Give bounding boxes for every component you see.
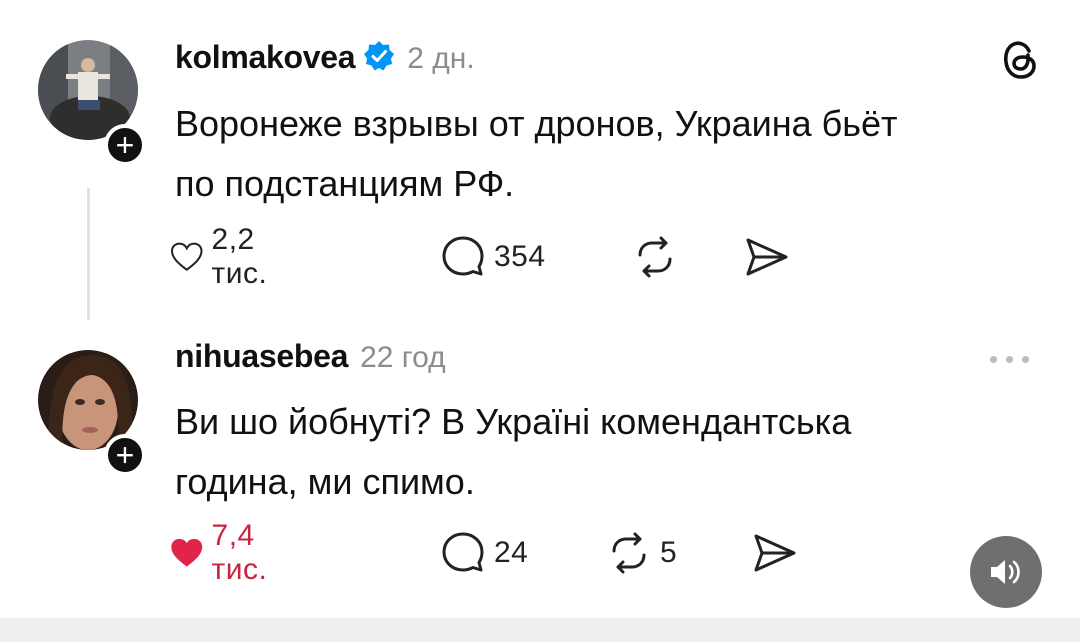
username[interactable]: nihuasebea: [175, 338, 348, 375]
sound-toggle-button[interactable]: [970, 536, 1042, 608]
repost-count: 5: [660, 536, 678, 569]
post-time: 22 год: [360, 341, 446, 374]
verified-badge-icon: [363, 40, 395, 77]
thread-connector-line: [87, 188, 90, 320]
post-text-line: Ви шо йобнуті? В Україні комендантська: [175, 401, 852, 442]
post-kolmakovea: + kolmakovea 2 дн. Воронеже взрывы от др…: [0, 0, 1080, 330]
comment-count: 354: [494, 240, 546, 273]
bottom-divider: [0, 618, 1080, 642]
share-button[interactable]: [742, 232, 790, 282]
threads-logo-icon[interactable]: [1000, 38, 1040, 87]
repost-icon: [612, 532, 646, 574]
post-header: nihuasebea 22 год: [175, 338, 446, 375]
comment-bubble-icon: [442, 236, 484, 276]
like-count: 2,2 тис.: [211, 223, 268, 290]
post-text: Воронеже взрывы от дронов, Украина бьёт …: [175, 94, 1035, 214]
share-button[interactable]: [750, 528, 798, 578]
send-icon: [754, 534, 796, 572]
heart-icon: [171, 242, 203, 271]
speaker-icon: [991, 560, 1020, 584]
follow-button[interactable]: +: [104, 434, 146, 476]
comment-button[interactable]: 354: [440, 232, 546, 282]
post-time: 2 дн.: [407, 42, 475, 75]
comment-count: 24: [494, 536, 529, 569]
like-button[interactable]: 2,2 тис.: [170, 223, 284, 290]
repost-button[interactable]: [632, 232, 686, 282]
post-header: kolmakovea 2 дн.: [175, 36, 475, 76]
repost-icon: [638, 236, 672, 278]
post-text-line: година, ми спимо.: [175, 461, 475, 502]
post-text-line: по подстанциям РФ.: [175, 163, 515, 204]
send-icon: [746, 238, 788, 276]
like-count: 7,4 тис.: [211, 519, 268, 586]
post-nihuasebea: + nihuasebea 22 год Ви шо йобнуті? В Укр…: [0, 330, 1080, 642]
comment-button[interactable]: 24: [440, 528, 528, 578]
like-button[interactable]: 7,4 тис.: [170, 519, 284, 586]
username[interactable]: kolmakovea: [175, 39, 356, 76]
post-text: Ви шо йобнуті? В Україні комендантська г…: [175, 392, 1035, 512]
repost-button[interactable]: 5: [606, 528, 677, 578]
heart-icon: [171, 538, 203, 567]
follow-button[interactable]: +: [104, 124, 146, 166]
comment-bubble-icon: [442, 532, 484, 572]
post-text-line: Воронеже взрывы от дронов, Украина бьёт: [175, 103, 898, 144]
more-dots-icon[interactable]: [990, 356, 1029, 363]
